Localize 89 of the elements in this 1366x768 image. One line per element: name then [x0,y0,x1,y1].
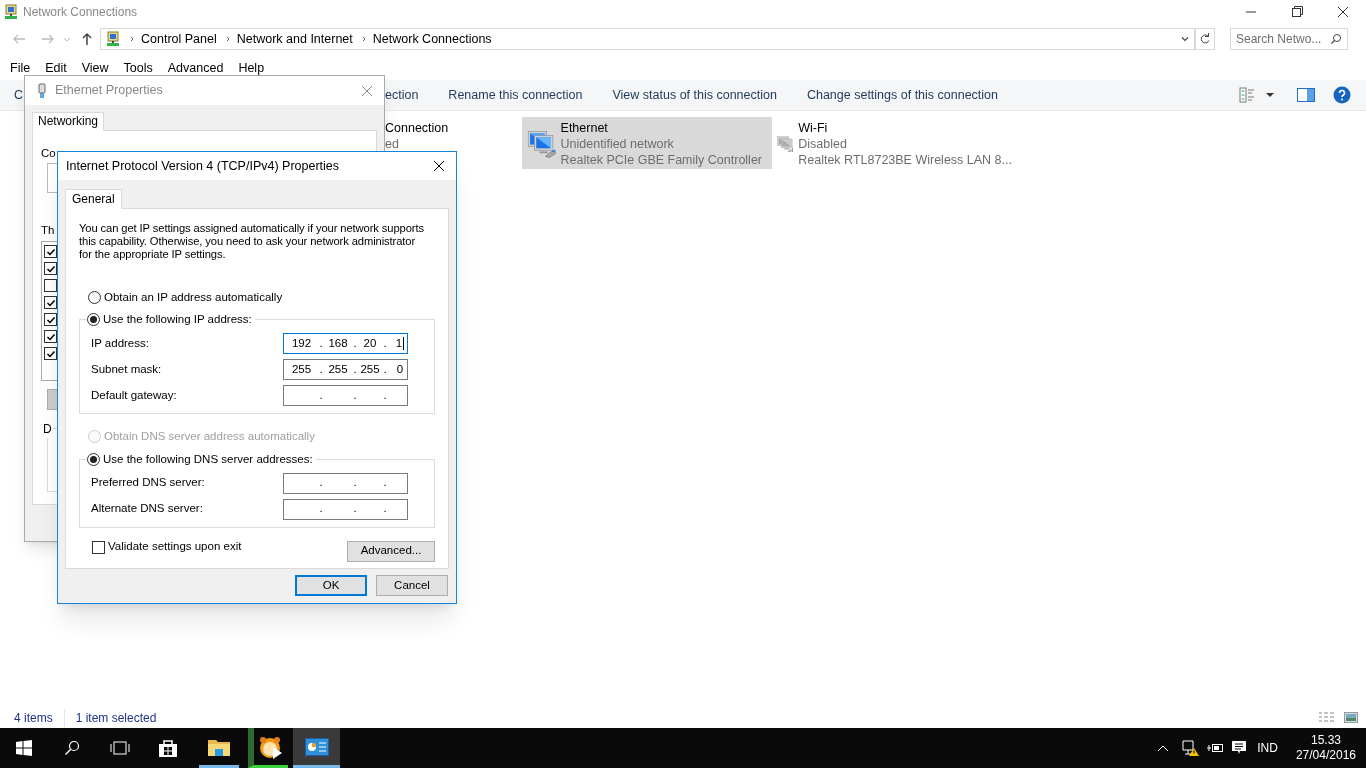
advanced-button[interactable]: Advanced... [347,540,435,562]
network-folder-icon [105,31,121,47]
connection-item[interactable]: Ethernet Unidentified network Realtek PCIe GBE Family Controller [522,117,772,169]
menu-item[interactable]: View [81,59,109,78]
checkbox[interactable] [44,279,57,292]
radio-label[interactable]: Use the following DNS server addresses: [103,450,313,468]
checkbox[interactable] [44,245,57,258]
ip-field[interactable]: . . . [283,498,408,520]
status-text: 1 item selected [63,708,157,727]
dialog-button[interactable]: Cancel [376,575,448,596]
dropdown-arrow-icon[interactable] [1265,90,1275,100]
radio-label[interactable]: Obtain an IP address automatically [104,289,283,307]
media-player-icon [258,734,284,759]
radio-button[interactable] [87,452,100,466]
connection-status: Disabled [798,136,848,152]
refresh-button[interactable] [1195,28,1215,50]
dialog-title: Ethernet Properties [55,82,163,100]
control-panel-icon [304,737,329,756]
description-text: You can get IP settings assigned automatically if your network supports this capability. Otherwise, you need to ask your network administrator for the appropriate IP settings. [79,222,425,261]
breadcrumb-item[interactable]: Network and Internet [236,29,353,49]
connection-name: Connection [385,120,449,136]
checkbox[interactable]: Validate settings upon exit [92,538,242,556]
language-indicator[interactable]: IND [1257,739,1278,757]
power-icon[interactable] [1206,742,1225,754]
task-view-icon [109,741,131,755]
command-item[interactable]: Rename this connection [448,85,583,105]
search-icon [1330,33,1342,45]
field-label: Subnet mask: [91,362,162,378]
shopping-bag-icon [158,738,178,758]
clock-time[interactable]: 15.33 [1310,733,1341,748]
connection-name: Wi-Fi [798,120,829,136]
checkbox[interactable] [44,262,57,275]
close-button[interactable] [433,160,445,172]
address-bar[interactable]: Control Panel Network and Internet Network Connections [100,28,1195,50]
ip-field[interactable]: 255 . 255 . 255 . 0 [283,359,408,381]
ip-field[interactable]: . . . [283,385,408,407]
menu-item[interactable]: Edit [45,59,67,78]
breadcrumb-item[interactable]: Control Panel [141,29,217,49]
menu-item[interactable]: Help [238,59,265,78]
field-label: Alternate DNS server: [91,501,203,517]
connection-status: Unidentified network [560,136,675,152]
connection-device: Realtek PCIe GBE Family Controller [560,152,762,168]
media-player-button[interactable] [248,728,288,768]
control-panel-button[interactable] [293,728,340,768]
search-icon [64,740,80,756]
section-label: Co [41,146,56,161]
show-hidden-icons-button[interactable] [1157,744,1170,752]
dialog-title: Internet Protocol Version 4 (TCP/IPv4) Properties [66,157,340,175]
checkbox[interactable] [44,313,57,326]
radio-button[interactable] [87,313,100,327]
dialog-button[interactable]: OK [295,575,367,596]
command-item[interactable]: ection [385,85,419,105]
help-button[interactable] [1333,86,1351,104]
radio-label[interactable]: Use the following IP address: [103,311,252,329]
command-item[interactable]: View status of this connection [612,85,777,105]
windows-logo-icon [16,740,32,756]
breadcrumb-item[interactable]: Network Connections [372,29,492,49]
network-warning-icon[interactable] [1182,740,1201,756]
connection-item[interactable]: Wi-Fi Disabled Realtek RTL8723BE Wireless LAN 8... [772,117,1022,169]
large-icons-view-button[interactable] [1344,712,1358,723]
status-text: 4 items [14,709,53,727]
section-label: Th [41,223,55,238]
ethernet-plug-icon [37,82,47,99]
chevron-icon [128,35,136,43]
field-label: Default gateway: [91,388,177,404]
radio-button[interactable] [88,291,101,305]
address-dropdown-button[interactable] [1180,34,1190,44]
checkbox[interactable] [44,296,57,309]
connection-name: Ethernet [560,120,609,136]
clock-date[interactable]: 27/04/2016 [1295,748,1356,763]
search-field[interactable]: Search Netwo... [1230,28,1348,50]
preview-pane-button[interactable] [1297,88,1315,102]
command-item[interactable]: Change settings of this connection [806,85,999,105]
network-folder-icon [3,4,19,20]
connection-status: ed [385,136,400,152]
menu-item[interactable]: File [10,59,31,78]
connection-device: Realtek RTL8723BE Wireless LAN 8... [798,152,1012,168]
menu-item[interactable]: Tools [123,59,153,78]
notifications-button[interactable] [1231,740,1248,756]
dialog-tab[interactable]: General [65,189,122,209]
window-title: Network Connections [23,4,138,21]
ip-field[interactable]: 192 . 168 . 20 . 1 [283,333,408,355]
field-label: IP address: [91,336,149,352]
checkbox[interactable] [44,330,57,343]
ip-field[interactable]: . . . [283,472,408,494]
field-label: Preferred DNS server: [91,475,205,491]
checkbox[interactable] [44,347,57,360]
menu-item[interactable]: Advanced [167,59,224,78]
dialog-tab[interactable]: Networking [32,112,105,131]
